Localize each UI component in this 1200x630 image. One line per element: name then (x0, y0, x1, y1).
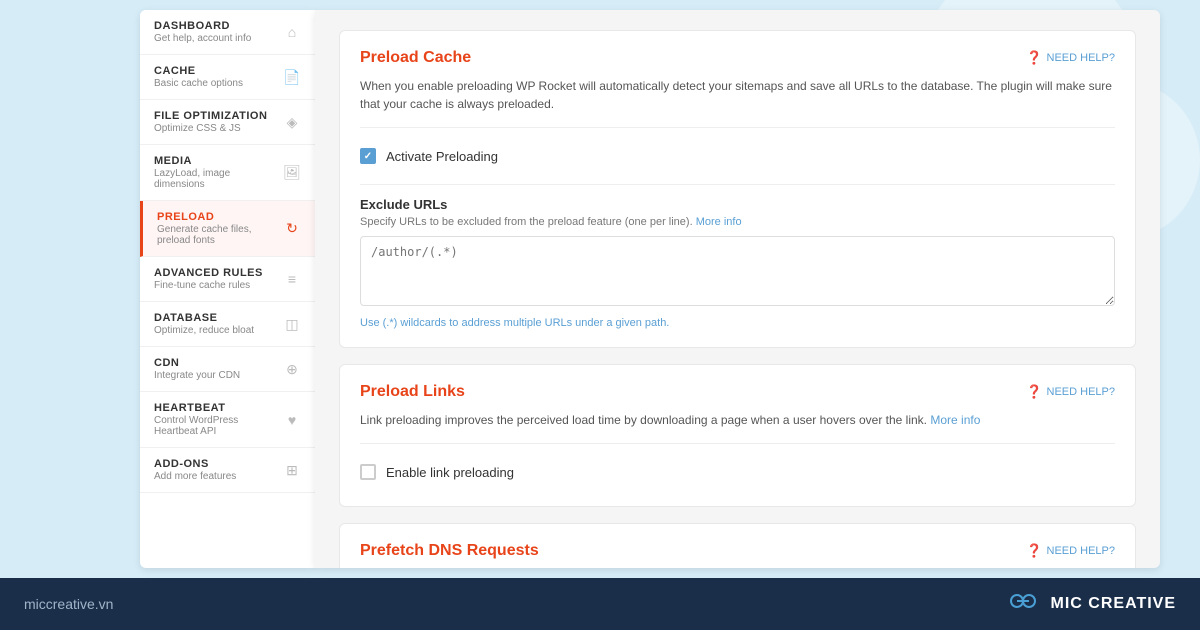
footer-brand-area: MIC CREATIVE (1005, 590, 1176, 618)
sidebar-item-content: ADD-ONS Add more features (154, 458, 283, 482)
sidebar-item-content: MEDIA LazyLoad, image dimensions (154, 155, 283, 190)
exclude-urls-hint: Use (.*) wildcards to address multiple U… (360, 317, 1115, 329)
exclude-urls-desc: Specify URLs to be excluded from the pre… (360, 216, 1115, 228)
sidebar-item-cache[interactable]: CACHE Basic cache options 📄 (140, 55, 315, 100)
footer-website: miccreative.vn (24, 596, 113, 612)
exclude-urls-field: Exclude URLs Specify URLs to be excluded… (360, 197, 1115, 329)
help-icon: ❓ (1026, 50, 1042, 66)
enable-link-preloading-row[interactable]: Enable link preloading (360, 456, 1115, 488)
sidebar-item-content: HEARTBEAT Control WordPress Heartbeat AP… (154, 402, 283, 437)
sidebar-item-content: CACHE Basic cache options (154, 65, 283, 89)
sidebar-item-title: CACHE (154, 65, 283, 77)
mic-creative-logo-icon (1005, 590, 1041, 618)
help-icon-2: ❓ (1026, 384, 1042, 400)
sidebar-icon: ↻ (283, 220, 301, 237)
sidebar-item-title: PRELOAD (157, 211, 283, 223)
enable-link-preloading-label: Enable link preloading (386, 465, 514, 480)
activate-preloading-row[interactable]: ✓ Activate Preloading (360, 140, 1115, 172)
sidebar-item-subtitle: Add more features (154, 471, 283, 482)
enable-link-preloading-checkbox[interactable] (360, 464, 376, 480)
sidebar-item-content: PRELOAD Generate cache files, preload fo… (157, 211, 283, 246)
preload-cache-help[interactable]: ❓ NEED HELP? (1026, 50, 1115, 66)
sidebar-item-title: MEDIA (154, 155, 283, 167)
preload-links-desc: Link preloading improves the perceived l… (360, 411, 1115, 429)
checkmark-icon: ✓ (364, 151, 372, 162)
sidebar-item-content: ADVANCED RULES Fine-tune cache rules (154, 267, 283, 291)
sidebar-item-advanced-rules[interactable]: ADVANCED RULES Fine-tune cache rules ≡ (140, 257, 315, 302)
activate-preloading-label: Activate Preloading (386, 149, 498, 164)
sidebar-item-subtitle: Basic cache options (154, 78, 283, 89)
sidebar-item-subtitle: Control WordPress Heartbeat API (154, 415, 283, 437)
sidebar-icon: ⊕ (283, 361, 301, 378)
sidebar-icon: 📄 (283, 69, 301, 86)
sidebar-item-subtitle: Optimize CSS & JS (154, 123, 283, 134)
sidebar-item-subtitle: Integrate your CDN (154, 370, 283, 381)
sidebar-item-subtitle: Generate cache files, preload fonts (157, 224, 283, 246)
sidebar-item-title: ADVANCED RULES (154, 267, 283, 279)
sidebar-item-file-optimization[interactable]: FILE OPTIMIZATION Optimize CSS & JS ◈ (140, 100, 315, 145)
activate-preloading-checkbox[interactable]: ✓ (360, 148, 376, 164)
sidebar-item-subtitle: Optimize, reduce bloat (154, 325, 283, 336)
sidebar-item-add-ons[interactable]: ADD-ONS Add more features ⊞ (140, 448, 315, 493)
sidebar-item-content: FILE OPTIMIZATION Optimize CSS & JS (154, 110, 283, 134)
sidebar: DASHBOARD Get help, account info ⌂ CACHE… (140, 10, 315, 568)
preload-links-title: Preload Links (360, 383, 465, 401)
sidebar-item-heartbeat[interactable]: HEARTBEAT Control WordPress Heartbeat AP… (140, 392, 315, 448)
preload-links-section: Preload Links ❓ NEED HELP? Link preloadi… (339, 364, 1136, 507)
sidebar-item-media[interactable]: MEDIA LazyLoad, image dimensions 🖼 (140, 145, 315, 201)
sidebar-item-title: HEARTBEAT (154, 402, 283, 414)
sidebar-icon: ◈ (283, 114, 301, 131)
content-area: Preload Cache ❓ NEED HELP? When you enab… (315, 10, 1160, 568)
exclude-urls-more-info[interactable]: More info (696, 216, 742, 228)
footer: miccreative.vn MIC CREATIVE (0, 578, 1200, 630)
help-icon-3: ❓ (1026, 543, 1042, 559)
sidebar-item-subtitle: Get help, account info (154, 33, 283, 44)
preload-cache-desc: When you enable preloading WP Rocket wil… (360, 77, 1115, 113)
sidebar-item-dashboard[interactable]: DASHBOARD Get help, account info ⌂ (140, 10, 315, 55)
prefetch-dns-help[interactable]: ❓ NEED HELP? (1026, 543, 1115, 559)
exclude-urls-label: Exclude URLs (360, 197, 1115, 212)
sidebar-icon: 🖼 (283, 164, 301, 181)
sidebar-item-content: DATABASE Optimize, reduce bloat (154, 312, 283, 336)
sidebar-item-database[interactable]: DATABASE Optimize, reduce bloat ◫ (140, 302, 315, 347)
prefetch-dns-section: Prefetch DNS Requests ❓ NEED HELP? DNS p… (339, 523, 1136, 568)
preload-links-more-info[interactable]: More info (930, 413, 980, 427)
sidebar-item-title: ADD-ONS (154, 458, 283, 470)
sidebar-item-content: CDN Integrate your CDN (154, 357, 283, 381)
sidebar-item-content: DASHBOARD Get help, account info (154, 20, 283, 44)
sidebar-item-title: DATABASE (154, 312, 283, 324)
sidebar-icon: ≡ (283, 271, 301, 287)
sidebar-item-cdn[interactable]: CDN Integrate your CDN ⊕ (140, 347, 315, 392)
sidebar-item-title: CDN (154, 357, 283, 369)
preload-cache-title: Preload Cache (360, 49, 471, 67)
sidebar-item-title: DASHBOARD (154, 20, 283, 32)
sidebar-item-subtitle: Fine-tune cache rules (154, 280, 283, 291)
preload-links-help[interactable]: ❓ NEED HELP? (1026, 384, 1115, 400)
sidebar-icon: ◫ (283, 316, 301, 333)
sidebar-item-preload[interactable]: PRELOAD Generate cache files, preload fo… (140, 201, 315, 257)
sidebar-item-title: FILE OPTIMIZATION (154, 110, 283, 122)
sidebar-item-subtitle: LazyLoad, image dimensions (154, 168, 283, 190)
sidebar-icon: ⌂ (283, 24, 301, 40)
footer-brand-name: MIC CREATIVE (1051, 595, 1176, 613)
sidebar-icon: ⊞ (283, 462, 301, 479)
sidebar-icon: ♥ (283, 412, 301, 428)
prefetch-dns-title: Prefetch DNS Requests (360, 542, 539, 560)
exclude-urls-textarea[interactable] (360, 236, 1115, 306)
preload-cache-section: Preload Cache ❓ NEED HELP? When you enab… (339, 30, 1136, 348)
